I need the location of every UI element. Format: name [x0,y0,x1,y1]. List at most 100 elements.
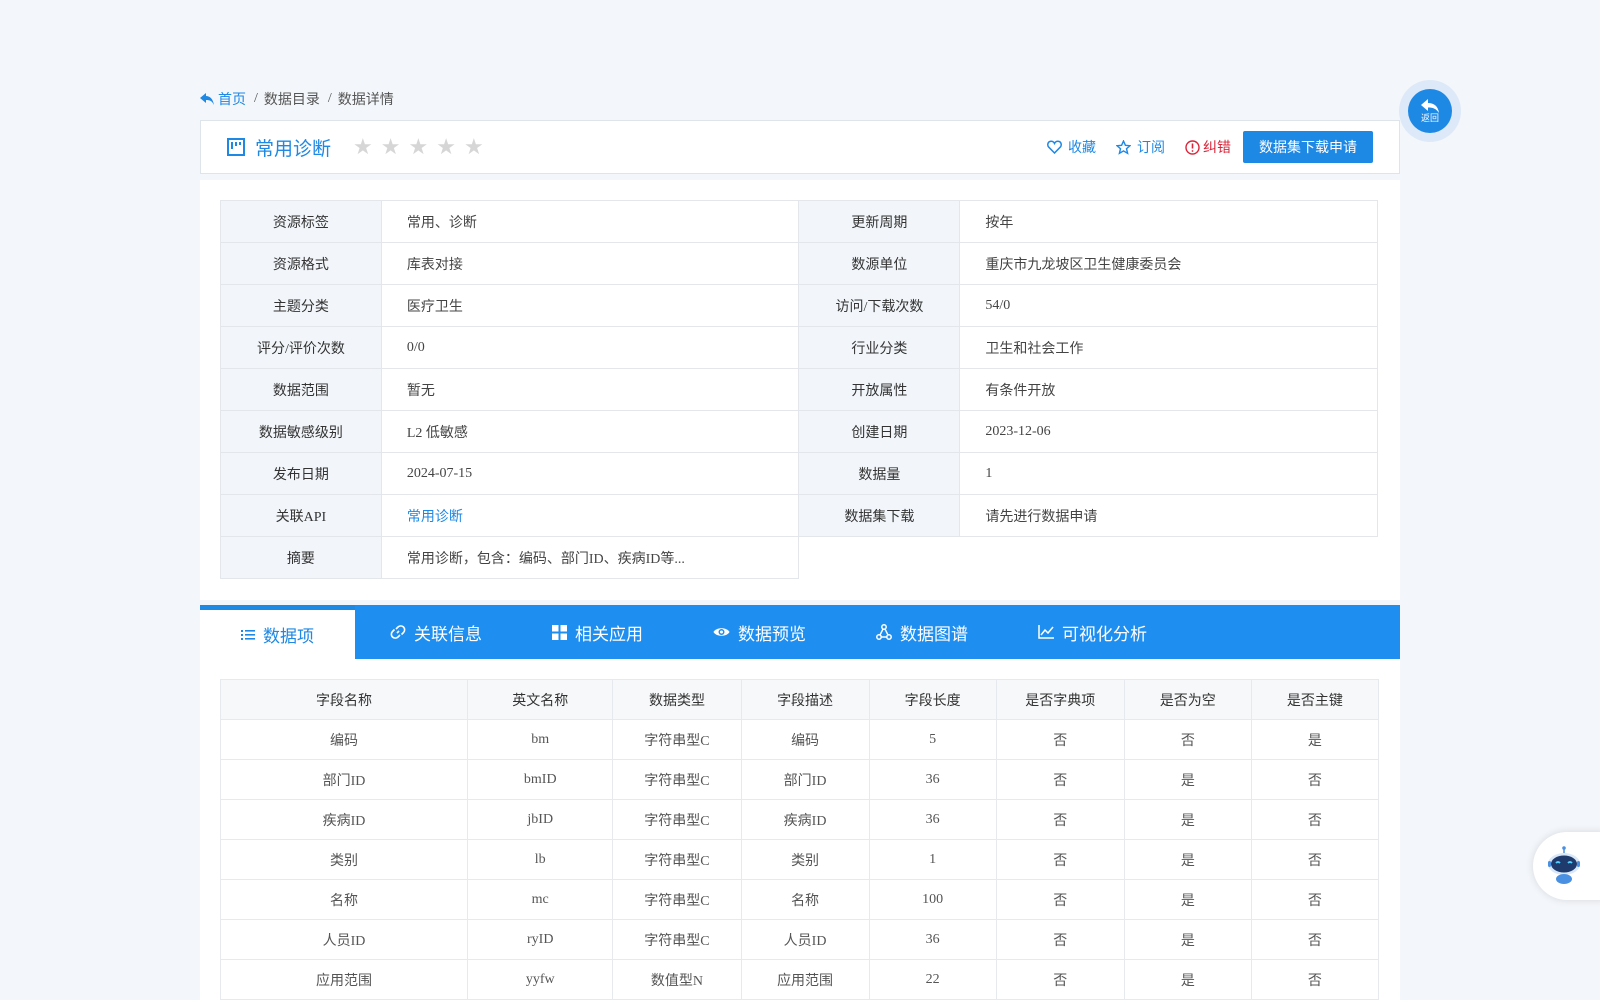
info-label: 创建日期 [798,410,961,453]
table-cell: 36 [868,919,997,960]
info-label: 资源格式 [220,242,382,285]
tab-1[interactable]: 数据项 [200,605,355,659]
tab-2[interactable]: 关联信息 [355,605,517,659]
detail-tabs: 数据项 关联信息 相关应用 数据预览 数据图谱 可视化分析 [200,605,1400,659]
tab-5[interactable]: 数据图谱 [841,605,1003,659]
tab-6[interactable]: 可视化分析 [1003,605,1182,659]
table-cell: 数值型N [612,959,742,1000]
dataset-icon [227,138,245,156]
robot-icon [1548,846,1580,884]
table-cell: 部门ID [219,759,469,800]
info-label: 数源单位 [798,242,961,285]
list-icon [241,629,255,641]
breadcrumb-catalog[interactable]: 数据目录 [264,89,320,109]
fields-panel: 字段名称 英文名称 数据类型 字段描述 字段长度 是否字典项 是否为空 是否主键 编码 bm 字符… [200,659,1400,1000]
info-row: 数据敏感级别 L2 低敏感 创建日期 2023-12-06 [220,410,1378,453]
table-cell: 名称 [219,879,469,920]
table-cell: 否 [1250,759,1380,800]
star-icon[interactable]: ★ [381,136,401,158]
report-error-button[interactable]: 纠错 [1185,137,1231,157]
table-cell: 5 [868,719,997,760]
table-cell: 人员ID [219,919,469,960]
page-title: 常用诊断 [255,138,332,160]
info-row: 资源标签 常用、诊断 更新周期 按年 [220,200,1378,243]
tab-label: 可视化分析 [1062,624,1147,644]
table-cell: bmID [467,759,614,800]
table-row: 疾病ID jbID 字符串型C 疾病ID 36 否是否 [219,799,1380,840]
table-cell: 部门ID [740,759,870,800]
column-header: 英文名称 [467,679,614,720]
reply-arrow-icon [1421,99,1439,113]
table-cell: 否 [1250,919,1380,960]
info-value: 常用诊断 [380,494,800,537]
star-icon[interactable]: ★ [464,136,484,158]
favorite-button[interactable]: 收藏 [1047,137,1096,157]
info-label: 数据敏感级别 [220,410,382,453]
info-row: 摘要 常用诊断，包含：编码、部门ID、疾病ID等... [220,536,1378,579]
column-header: 是否主键 [1250,679,1380,720]
star-icon[interactable]: ★ [436,136,456,158]
breadcrumb-home-label: 首页 [218,93,246,108]
reply-arrow-icon [200,93,214,105]
tab-label: 相关应用 [575,624,643,644]
table-cell: 字符串型C [612,919,742,960]
table-row: 应用范围 yyfw 数值型N 应用范围 22 否是否 [219,959,1380,1000]
related-api-link[interactable]: 常用诊断 [407,510,463,525]
column-header: 数据类型 [612,679,742,720]
info-label: 访问/下载次数 [798,284,961,327]
table-cell: 是 [1250,719,1380,760]
back-button-inner: 返回 [1408,89,1452,133]
info-value: 常用诊断，包含：编码、部门ID、疾病ID等... [380,536,800,579]
breadcrumb-separator: / [327,91,332,106]
table-cell: 是 [1123,799,1252,840]
info-label: 数据量 [798,452,961,495]
info-label: 更新周期 [798,200,961,243]
apply-download-button[interactable]: 数据集下载申请 [1243,131,1373,163]
breadcrumb-detail: 数据详情 [337,93,394,108]
subscribe-button[interactable]: 订阅 [1116,137,1165,157]
table-cell: 否 [1250,959,1380,1000]
link-icon [390,624,406,640]
info-value: 2024-07-15 [380,452,800,495]
table-cell: 否 [1250,839,1380,880]
column-header: 字段长度 [868,679,997,720]
back-button[interactable]: 返回 [1399,80,1461,142]
tab-label: 关联信息 [414,624,482,644]
table-cell: 人员ID [740,919,870,960]
assistant-robot-button[interactable] [1533,832,1600,900]
table-cell: 字符串型C [612,759,742,800]
table-cell: 字符串型C [612,879,742,920]
report-error-label: 纠错 [1203,141,1231,156]
info-table: 资源标签 常用、诊断 更新周期 按年 资源格式 库表对接 数源单位 重庆市九龙坡区卫生健康委员… [220,200,1378,579]
dataset-header: 常用诊断 ★ ★ ★ ★ ★ 收藏 订阅 纠错 数据集下载申请 [200,120,1400,174]
info-value: 按年 [959,200,1378,243]
breadcrumb-home[interactable]: 首页 [200,89,246,109]
table-cell: 字符串型C [612,799,742,840]
info-label: 摘要 [220,536,382,579]
table-cell: 是 [1123,919,1252,960]
column-header: 字段描述 [740,679,870,720]
table-cell: 100 [868,879,997,920]
info-row: 关联API 常用诊断 数据集下载 请先进行数据申请 [220,494,1378,537]
rating-stars[interactable]: ★ ★ ★ ★ ★ [353,136,484,158]
table-cell: 22 [868,959,997,1000]
table-row: 名称 mc 字符串型C 名称 100 否是否 [219,879,1380,920]
star-icon[interactable]: ★ [408,136,428,158]
info-value: 常用、诊断 [380,200,800,243]
info-row: 评分/评价次数 0/0 行业分类 卫生和社会工作 [220,326,1378,369]
tab-4[interactable]: 数据预览 [678,605,841,659]
subscribe-label: 订阅 [1137,141,1165,156]
tab-3[interactable]: 相关应用 [517,605,678,659]
info-row: 发布日期 2024-07-15 数据量 1 [220,452,1378,495]
star-icon[interactable]: ★ [353,136,373,158]
table-cell: 36 [868,759,997,800]
table-cell: 否 [995,959,1125,1000]
table-cell: 疾病ID [740,799,870,840]
table-cell: 否 [995,719,1125,760]
info-value: 库表对接 [380,242,800,285]
favorite-label: 收藏 [1068,141,1096,156]
info-label: 主题分类 [220,284,382,327]
star-outline-icon [1116,139,1131,155]
tab-label: 数据图谱 [900,624,968,644]
info-row: 资源格式 库表对接 数源单位 重庆市九龙坡区卫生健康委员会 [220,242,1378,285]
